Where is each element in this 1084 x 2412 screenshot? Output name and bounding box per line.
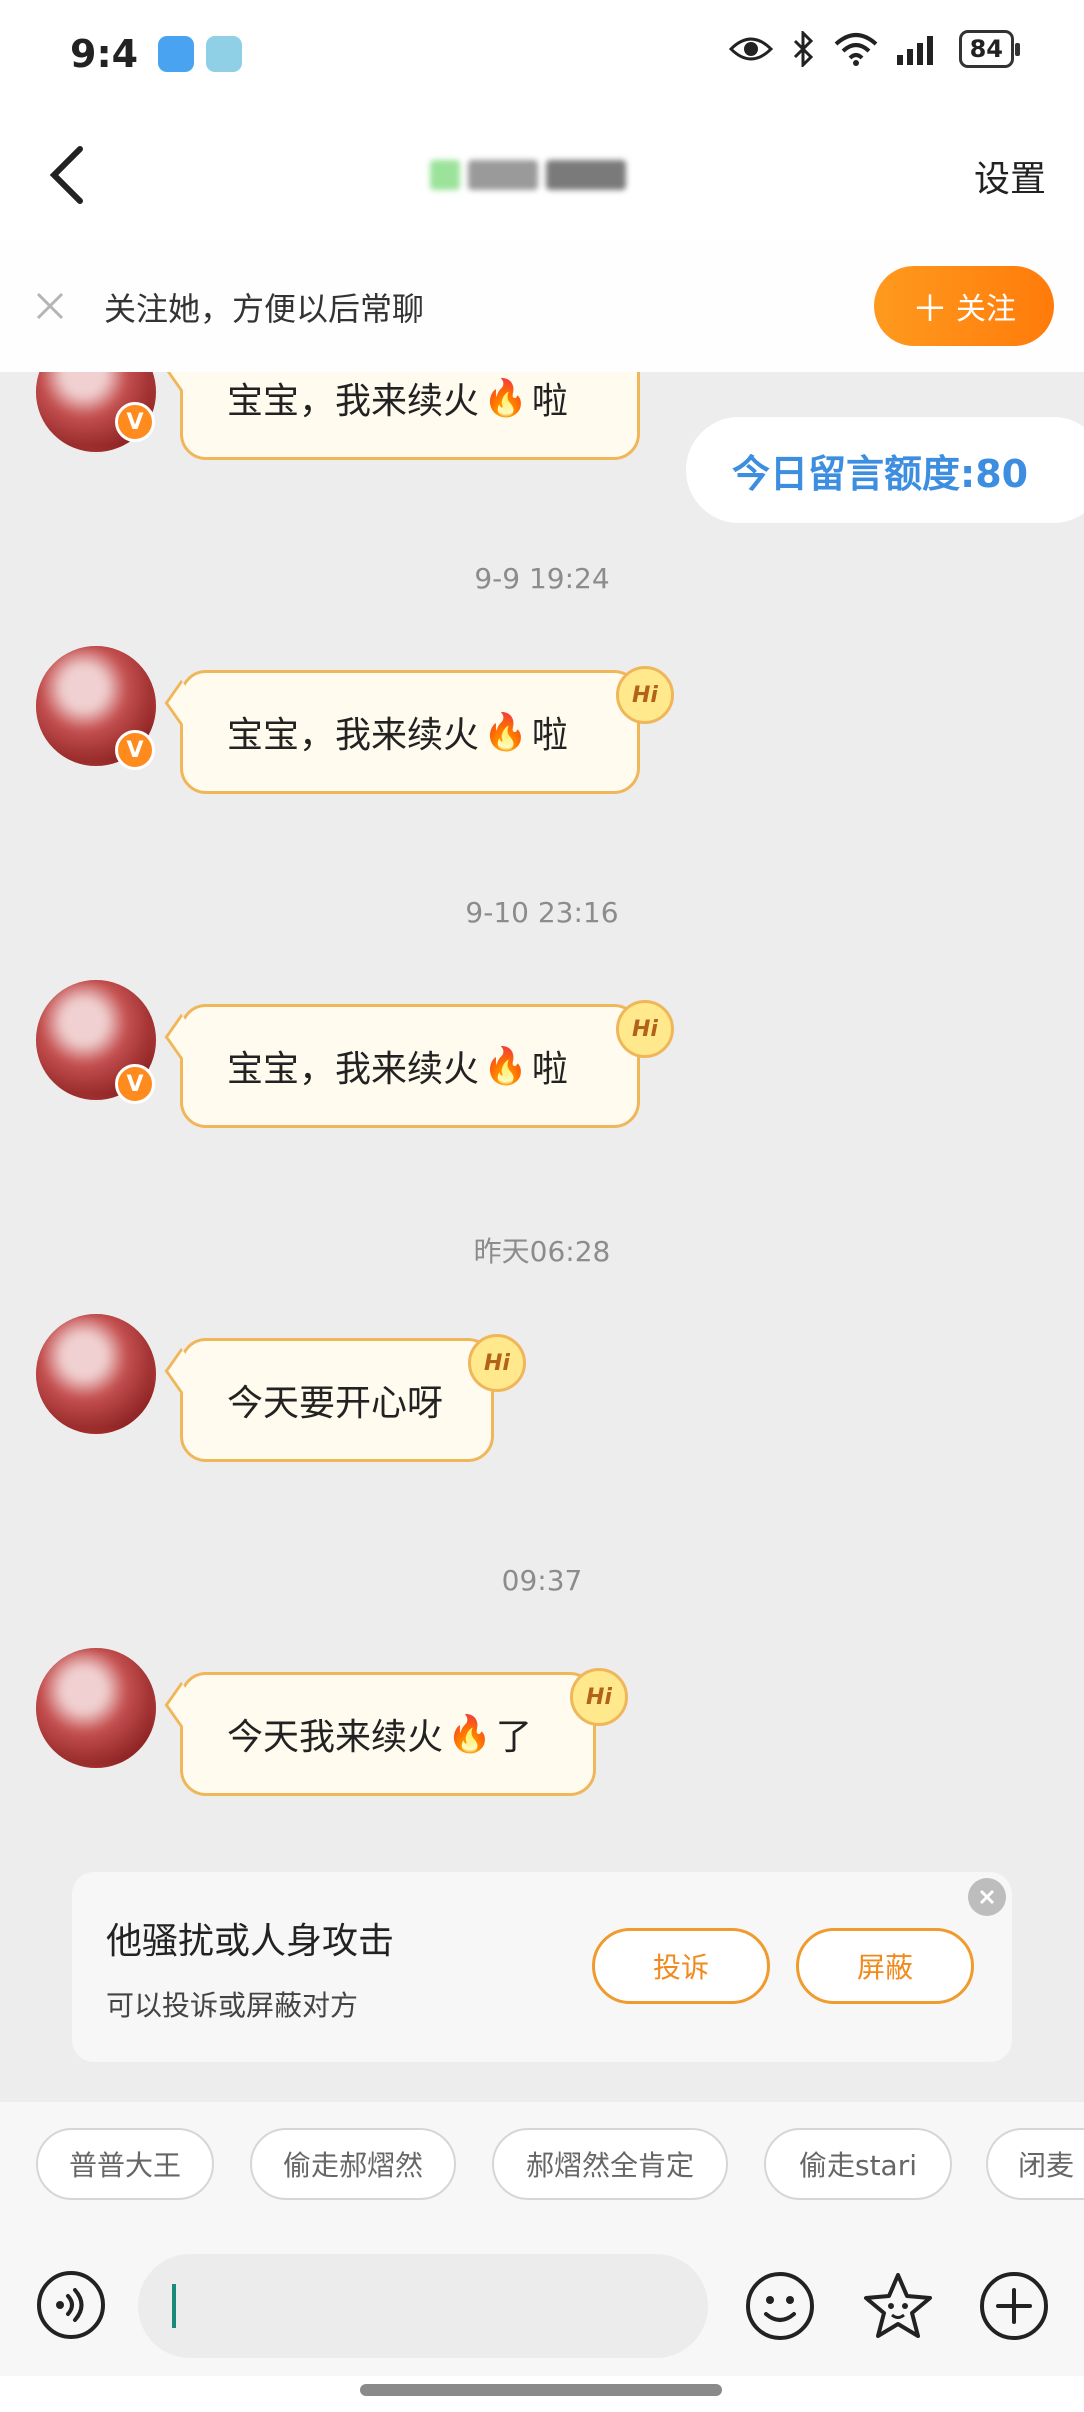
plus-icon: ＋ (911, 289, 948, 330)
home-indicator[interactable] (360, 2384, 722, 2396)
message-text-suffix: 啦 (531, 715, 568, 756)
message-text-suffix: 啦 (531, 381, 568, 422)
message-text: 今天要开心呀 (227, 1383, 444, 1424)
follow-button-label: 关注 (956, 292, 1016, 327)
verified-badge-icon: V (115, 1064, 155, 1104)
emoji-icon[interactable] (744, 2270, 816, 2342)
quick-chip[interactable]: 闭麦 (986, 2128, 1084, 2200)
message-bubble[interactable]: 宝宝，我来续火 🔥 啦 (164, 372, 640, 460)
sticker-star-icon[interactable] (862, 2270, 934, 2342)
fire-emoji-icon: 🔥 (447, 1714, 492, 1755)
follow-button[interactable]: ＋ 关注 (874, 266, 1054, 346)
hi-badge-icon: Hi (616, 1000, 674, 1058)
back-arrow-icon[interactable] (30, 135, 110, 215)
block-button[interactable]: 屏蔽 (796, 1928, 974, 2004)
bluetooth-icon (793, 31, 813, 67)
message-text-suffix: 了 (495, 1717, 532, 1758)
weather-app-icon (158, 36, 194, 72)
follow-banner: 关注她，方便以后常聊 ＋ 关注 (0, 240, 1084, 372)
avatar[interactable] (36, 1314, 156, 1434)
input-row (0, 2226, 1084, 2376)
complain-button[interactable]: 投诉 (592, 1928, 770, 2004)
message-bubble[interactable]: 今天要开心呀 (164, 1338, 494, 1462)
status-time: 9:4 (70, 32, 139, 76)
fire-emoji-icon: 🔥 (483, 1046, 528, 1087)
message-quota-label: 今日留言额度:80 (686, 417, 1084, 523)
voice-input-icon[interactable] (36, 2270, 106, 2340)
settings-button[interactable]: 设置 (974, 150, 1046, 202)
hi-badge-icon: Hi (468, 1334, 526, 1392)
message-text: 宝宝，我来续火 (227, 381, 480, 422)
avatar[interactable] (36, 1648, 156, 1768)
message-text: 宝宝，我来续火 (227, 1049, 480, 1090)
message-bubble[interactable]: 今天我来续火 🔥 了 (164, 1672, 596, 1796)
nav-bar: 设置 (0, 110, 1084, 240)
hi-badge-icon: Hi (616, 666, 674, 724)
message-timestamp: 9-10 23:16 (465, 896, 619, 929)
message-text: 今天我来续火 (227, 1717, 444, 1758)
battery-indicator: 84 (958, 30, 1021, 68)
wifi-icon (834, 33, 877, 66)
verified-badge-icon: V (115, 402, 155, 442)
plus-icon[interactable] (978, 2270, 1050, 2342)
quick-chip[interactable]: 偷走郝熠然 (250, 2128, 456, 2200)
harassment-report-card: 他骚扰或人身攻击 可以投诉或屏蔽对方 投诉 屏蔽 (72, 1872, 1012, 2062)
status-indicators: 84 (728, 30, 1021, 68)
message-timestamp: 09:37 (501, 1564, 583, 1597)
game-app-icon (206, 36, 242, 72)
report-card-subtitle: 可以投诉或屏蔽对方 (106, 1989, 359, 2022)
bottom-input-area: 普普大王 偷走郝熠然 郝熠然全肯定 偷走stari 闭麦 (0, 2102, 1084, 2412)
message-input[interactable] (138, 2254, 708, 2358)
message-timestamp: 昨天06:28 (473, 1235, 611, 1268)
hi-badge-icon: Hi (570, 1668, 628, 1726)
fire-emoji-icon: 🔥 (483, 712, 528, 753)
fire-emoji-icon: 🔥 (483, 378, 528, 419)
close-icon[interactable] (968, 1878, 1006, 1916)
message-text: 宝宝，我来续火 (227, 715, 480, 756)
close-icon[interactable] (30, 286, 70, 326)
quick-reply-chips: 普普大王 偷走郝熠然 郝熠然全肯定 偷走stari 闭麦 (0, 2102, 1084, 2226)
chat-message-list[interactable]: V 宝宝，我来续火 🔥 啦 今日留言额度:80 9-9 19:24 V 宝宝，我… (0, 372, 1084, 2100)
quick-chip[interactable]: 郝熠然全肯定 (492, 2128, 728, 2200)
message-bubble[interactable]: 宝宝，我来续火 🔥 啦 (164, 1004, 640, 1128)
report-card-title: 他骚扰或人身攻击 (106, 1921, 395, 1962)
quick-chip[interactable]: 偷走stari (764, 2128, 952, 2200)
eye-icon (728, 37, 773, 61)
text-cursor (172, 2284, 176, 2328)
message-bubble[interactable]: 宝宝，我来续火 🔥 啦 (164, 670, 640, 794)
follow-banner-text: 关注她，方便以后常聊 (104, 290, 425, 328)
verified-badge-icon: V (115, 730, 155, 770)
message-timestamp: 9-9 19:24 (474, 562, 610, 595)
signal-icon (896, 36, 933, 65)
message-text-suffix: 啦 (531, 1049, 568, 1090)
quick-chip[interactable]: 普普大王 (36, 2128, 214, 2200)
contact-name-pixelated (430, 148, 650, 202)
status-bar: 9:4 84 (0, 0, 1084, 110)
